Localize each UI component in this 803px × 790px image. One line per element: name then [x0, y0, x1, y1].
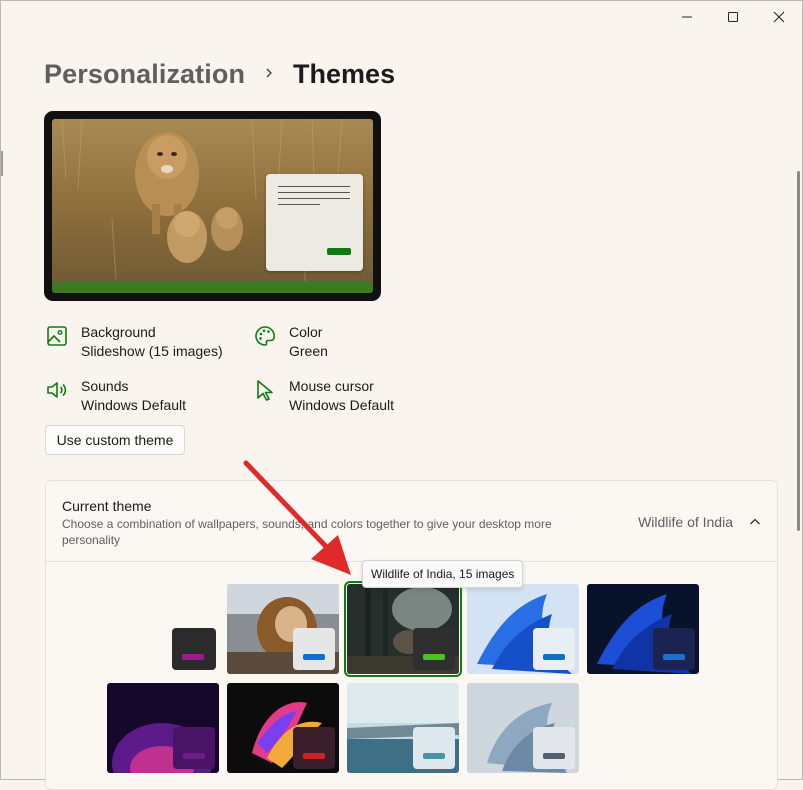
theme-thumbnail-captured-motion[interactable]	[227, 683, 339, 773]
theme-window-chip	[173, 727, 215, 769]
current-theme-title: Current theme	[62, 498, 152, 514]
theme-window-chip	[533, 727, 575, 769]
minimize-button[interactable]	[664, 1, 710, 33]
theme-thumbnail-custom[interactable]	[172, 628, 216, 670]
close-button[interactable]	[756, 1, 802, 33]
theme-thumbnail-sunrise[interactable]	[347, 683, 459, 773]
page-title: Themes	[293, 59, 396, 89]
preview-accent-button	[327, 248, 351, 255]
background-setting[interactable]: Background Slideshow (15 images)	[45, 323, 223, 361]
theme-preview-wallpaper	[52, 119, 373, 293]
theme-thumbnail-windows-light[interactable]	[467, 584, 579, 674]
close-icon	[773, 11, 785, 23]
current-theme-value: Wildlife of India	[638, 514, 733, 530]
chevron-right-icon	[263, 66, 275, 84]
minimize-icon	[682, 16, 692, 18]
theme-thumbnail-wildlife-of-india[interactable]	[344, 581, 462, 677]
maximize-button[interactable]	[710, 1, 756, 33]
palette-icon	[255, 326, 275, 346]
theme-window-chip	[293, 628, 335, 670]
theme-window-chip	[293, 727, 335, 769]
background-value: Slideshow (15 images)	[81, 343, 223, 359]
current-theme-description: Choose a combination of wallpapers, soun…	[62, 517, 552, 547]
mouse-cursor-label: Mouse cursor	[289, 378, 374, 394]
preview-window-sample	[266, 174, 363, 271]
theme-tooltip: Wildlife of India, 15 images	[362, 560, 524, 588]
theme-thumbnail-glow[interactable]	[227, 584, 339, 674]
chevron-up-icon[interactable]	[749, 516, 761, 528]
sounds-setting[interactable]: Sounds Windows Default	[45, 377, 186, 415]
breadcrumb-parent[interactable]: Personalization	[44, 59, 245, 90]
theme-window-chip	[413, 727, 455, 769]
background-label: Background	[81, 324, 156, 340]
theme-window-chip	[653, 628, 695, 670]
image-icon	[47, 326, 67, 346]
theme-thumbnail-flow[interactable]	[467, 683, 579, 773]
theme-thumbnail-windows-dark[interactable]	[587, 584, 699, 674]
theme-window-chip	[533, 628, 575, 670]
sounds-value: Windows Default	[81, 397, 187, 413]
mouse-cursor-value: Windows Default	[289, 397, 395, 413]
vertical-scrollbar[interactable]	[797, 171, 800, 531]
theme-preview	[44, 111, 381, 301]
color-label: Color	[289, 324, 323, 340]
cursor-icon	[257, 380, 273, 401]
window-controls	[664, 1, 802, 33]
theme-thumbnail-glow-purple[interactable]	[107, 683, 219, 773]
theme-accent-swatch	[182, 654, 204, 660]
breadcrumb: Personalization Themes	[44, 59, 395, 90]
use-custom-theme-button[interactable]: Use custom theme	[45, 425, 185, 455]
theme-window-chip	[413, 628, 455, 670]
mouse-cursor-setting[interactable]: Mouse cursor Windows Default	[253, 377, 394, 415]
preview-taskbar	[52, 282, 373, 293]
color-setting[interactable]: Color Green	[253, 323, 328, 361]
color-value: Green	[289, 343, 328, 359]
sounds-label: Sounds	[81, 378, 129, 394]
current-theme-header[interactable]: Current theme Choose a combination of wa…	[46, 481, 777, 562]
window-edge-indicator	[1, 151, 3, 176]
speaker-icon	[47, 382, 67, 398]
maximize-icon	[728, 12, 738, 22]
